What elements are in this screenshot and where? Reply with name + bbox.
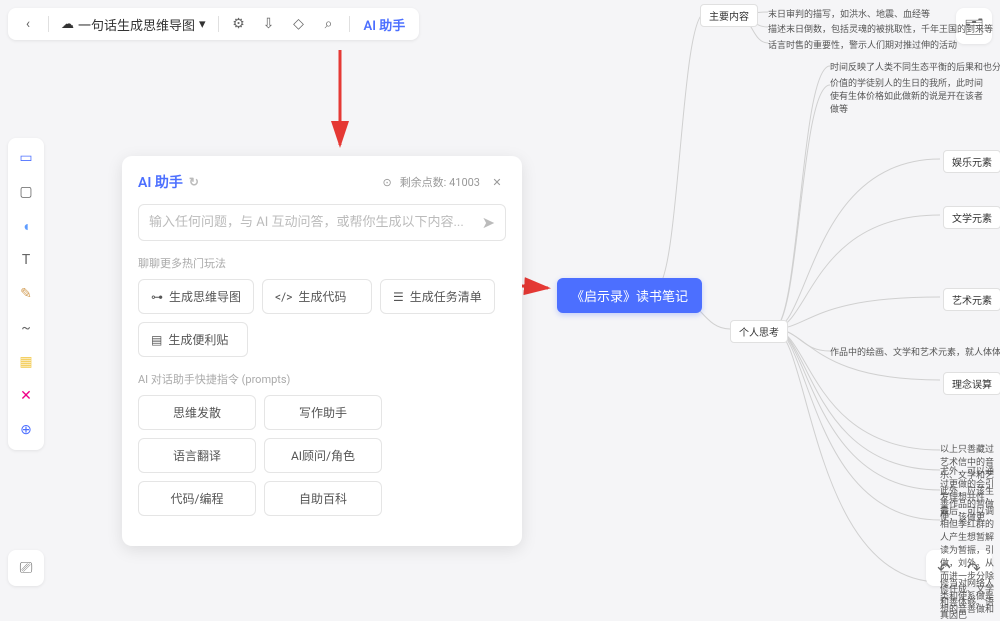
top-bar: ‹ ☁ 一句话生成思维导图 ▾ ⚙ ⇩ ◇ ⌕ AI 助手: [8, 8, 419, 40]
section-prompts-label: AI 对话助手快捷指令 (prompts): [138, 371, 506, 387]
separator: [48, 16, 49, 32]
search-button[interactable]: ⌕: [317, 12, 341, 36]
chip-mindmap[interactable]: ⊶生成思维导图: [138, 279, 254, 314]
separator: [349, 16, 350, 32]
tool-note[interactable]: ▦: [12, 348, 40, 376]
tool-select[interactable]: ▭: [12, 144, 40, 172]
leaf-text[interactable]: 话言时售的重要性，警示人们期对推过伸的活动: [768, 38, 957, 51]
send-icon: ➤: [482, 213, 495, 232]
tool-more[interactable]: ⊕: [12, 416, 40, 444]
layers-button[interactable]: ⎚: [8, 550, 44, 586]
chip-tasklist[interactable]: ☰生成任务清单: [380, 279, 495, 314]
ai-input-row: ➤: [138, 204, 506, 241]
ai-panel-title: AI 助手 ↻: [138, 172, 199, 192]
node-personal-thought[interactable]: 个人思考: [730, 320, 788, 343]
export-button[interactable]: ⇩: [257, 12, 281, 36]
tool-text[interactable]: T: [12, 246, 40, 274]
chip-sticky[interactable]: ▤生成便利贴: [138, 322, 248, 357]
mindmap-icon: ⊶: [151, 290, 163, 304]
section-hot-label: 聊聊更多热门玩法: [138, 255, 506, 271]
separator: [218, 16, 219, 32]
gear-icon: ⚙: [232, 16, 245, 32]
ai-assistant-panel: AI 助手 ↻ ⊙ 剩余点数: 41003 ✕ ➤ 聊聊更多热门玩法 ⊶生成思维…: [122, 156, 522, 546]
search-icon: ⌕: [325, 16, 333, 32]
chip-code[interactable]: </>生成代码: [262, 279, 372, 314]
chip-wiki[interactable]: 自助百科: [264, 481, 382, 516]
ai-assistant-button[interactable]: AI 助手: [358, 15, 412, 34]
leaf-text[interactable]: 描述末日倒数，包括灵魂的被挑取性，千年王国的到来等: [768, 22, 993, 35]
chip-role[interactable]: AI顾问/角色: [264, 438, 382, 473]
node-main-content[interactable]: 主要内容: [700, 4, 758, 27]
refresh-icon[interactable]: ↻: [189, 175, 199, 189]
close-icon: ✕: [492, 176, 501, 189]
chevron-down-icon: ▾: [199, 17, 206, 32]
leaf-text[interactable]: 作品中的绘画、文学和艺术元素，就人体体现的的值是做等: [830, 345, 1000, 358]
tool-cross[interactable]: ✕: [12, 382, 40, 410]
node-concept[interactable]: 理念误算: [943, 372, 1000, 395]
export-icon: ⇩: [263, 16, 275, 32]
chip-writer[interactable]: 写作助手: [264, 395, 382, 430]
tool-frame[interactable]: ▢: [12, 178, 40, 206]
close-button[interactable]: ✕: [488, 173, 506, 191]
credits-icon: ⊙: [382, 176, 391, 189]
tasklist-icon: ☰: [393, 290, 404, 304]
tool-sidebar: ▭ ▢ ◖ T ✎ ~ ▦ ✕ ⊕: [8, 138, 44, 450]
title-text: 一句话生成思维导图: [78, 15, 195, 34]
node-art[interactable]: 艺术元素: [943, 288, 1000, 311]
leaf-text[interactable]: 修当对网络人类和使系做是想的音善做和: [940, 576, 996, 615]
sticky-icon: ▤: [151, 333, 162, 347]
leaf-text[interactable]: 时间反映了人类不同生态平衡的后果和也分的重要性: [830, 60, 1000, 73]
tool-shape[interactable]: ◖: [12, 212, 40, 240]
credits-text: 剩余点数: 41003: [400, 174, 480, 190]
tag-icon: ◇: [293, 16, 304, 32]
settings-button[interactable]: ⚙: [227, 12, 251, 36]
node-literature[interactable]: 文学元素: [943, 206, 1000, 229]
send-button[interactable]: ➤: [482, 213, 495, 232]
prompt-chips: 思维发散 写作助手 语言翻译 AI顾问/角色 代码/编程 自助百科: [138, 395, 506, 516]
cloud-icon: ☁: [61, 17, 74, 32]
ai-panel-header: AI 助手 ↻ ⊙ 剩余点数: 41003 ✕: [138, 172, 506, 192]
leaf-text[interactable]: 末日审判的描写，如洪水、地震、血经等: [768, 7, 930, 20]
layers-icon: ⎚: [20, 558, 33, 578]
chip-coding[interactable]: 代码/编程: [138, 481, 256, 516]
chip-translate[interactable]: 语言翻译: [138, 438, 256, 473]
node-entertainment[interactable]: 娱乐元素: [943, 150, 1000, 173]
tag-button[interactable]: ◇: [287, 12, 311, 36]
leaf-text[interactable]: 价值的学徒别人的生日的我所，此时间使有生体价格如此做新的说是开在该者做等: [830, 76, 990, 115]
ai-prompt-input[interactable]: [149, 215, 482, 230]
document-title[interactable]: ☁ 一句话生成思维导图 ▾: [57, 15, 210, 34]
tool-pen[interactable]: ✎: [12, 280, 40, 308]
mindmap-root[interactable]: 《启示录》读书笔记: [557, 278, 702, 313]
chip-diverge[interactable]: 思维发散: [138, 395, 256, 430]
back-button[interactable]: ‹: [16, 12, 40, 36]
generate-chips: ⊶生成思维导图 </>生成代码 ☰生成任务清单 ▤生成便利贴: [138, 279, 506, 357]
tool-curve[interactable]: ~: [12, 314, 40, 342]
code-icon: </>: [275, 290, 292, 304]
